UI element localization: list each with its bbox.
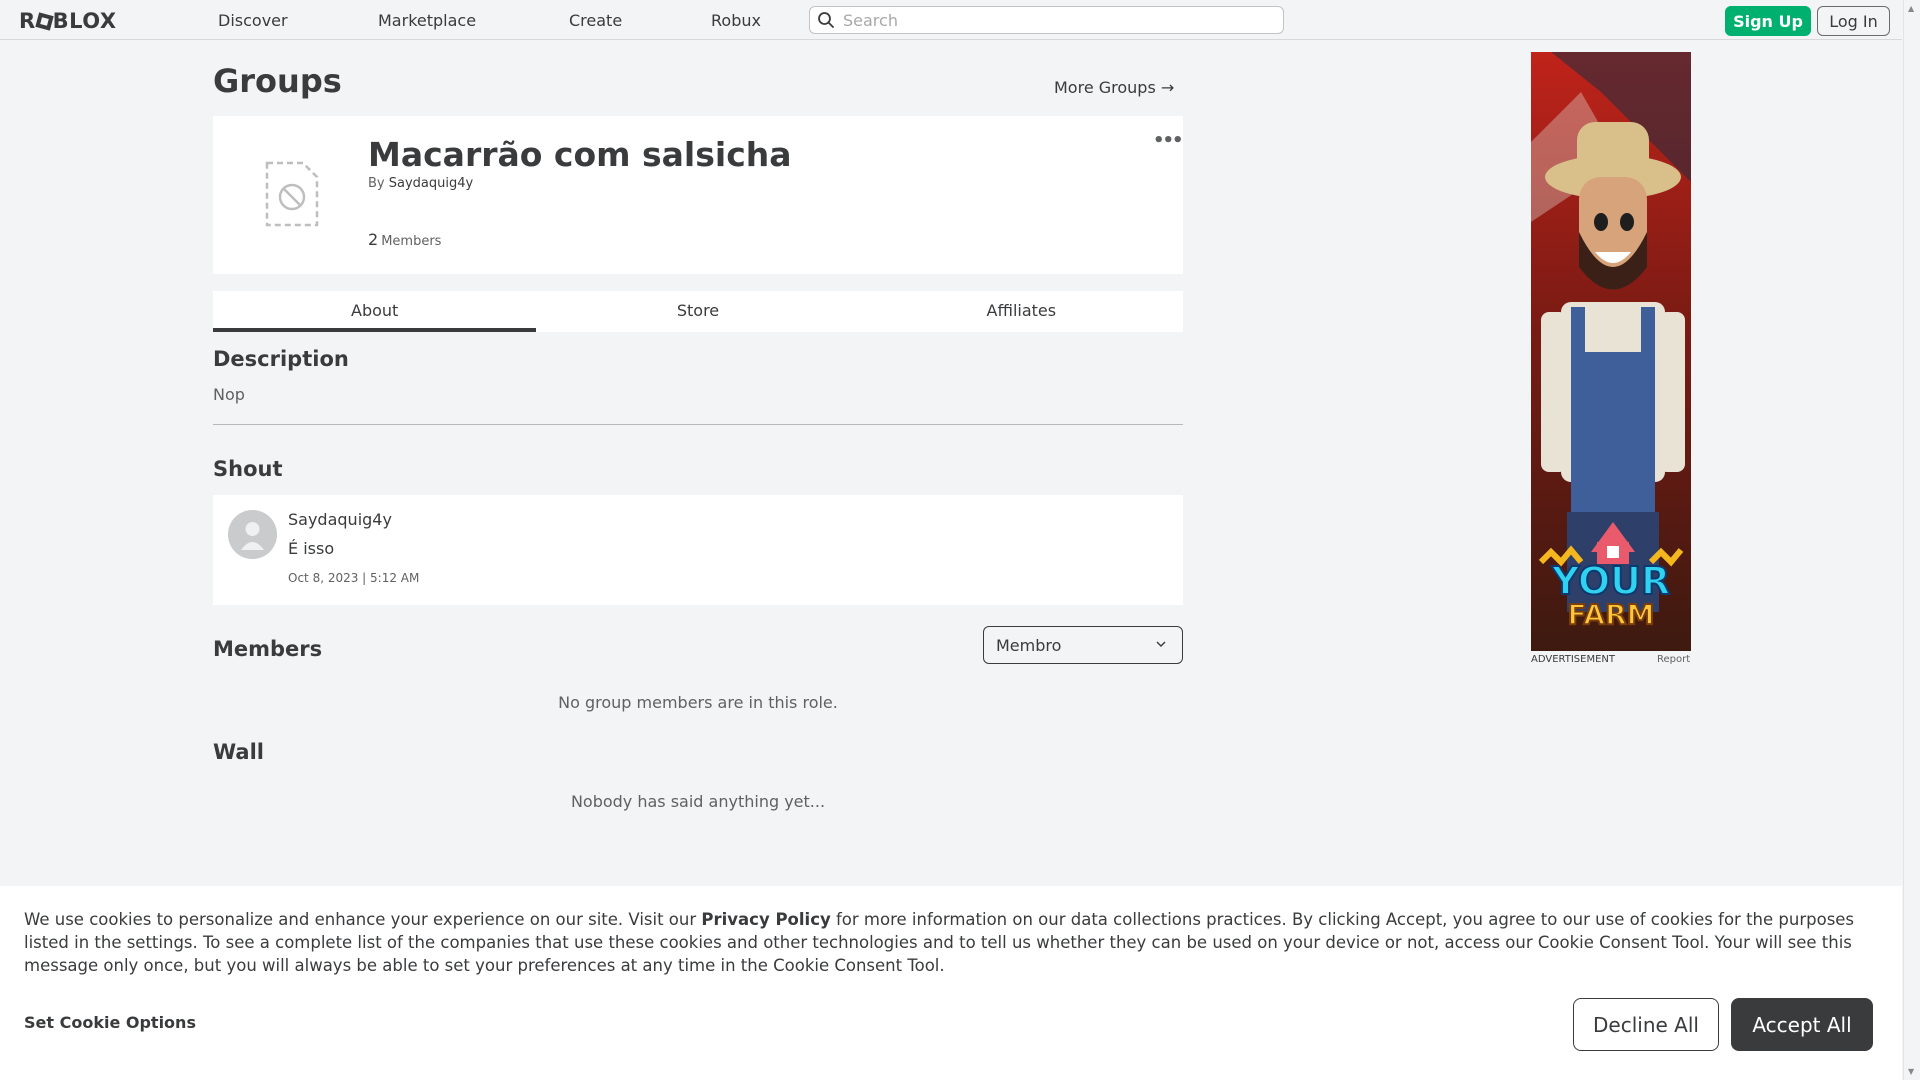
scroll-down-arrow-icon[interactable]: ▼ [1908,1067,1914,1076]
decline-all-button[interactable]: Decline All [1573,998,1719,1051]
group-header-card: Macarrão com salsicha By Saydaquig4y 2 Me… [213,116,1183,274]
description-text: Nop [213,385,245,404]
nav-discover[interactable]: Discover [218,11,288,30]
scroll-up-arrow-icon[interactable]: ▲ [1908,4,1914,13]
group-owner-link[interactable]: Saydaquig4y [389,176,473,191]
sign-up-button[interactable]: Sign Up [1725,6,1811,36]
member-count: 2 Members [368,230,441,249]
role-dropdown[interactable]: Membro [983,626,1183,664]
privacy-policy-link[interactable]: Privacy Policy [701,910,830,929]
group-name: Macarrão com salsicha [368,135,792,174]
page-title: Groups [213,62,342,100]
wall-heading: Wall [213,740,264,764]
description-heading: Description [213,347,349,371]
cookie-text-start: We use cookies to personalize and enhanc… [24,910,702,929]
member-count-value: 2 [368,230,379,249]
roblox-logo[interactable]: R BLOX [19,9,117,33]
group-owner-line: By Saydaquig4y [368,176,473,191]
more-options-icon[interactable]: ••• [1153,130,1183,151]
advertisement-label: ADVERTISEMENT [1531,654,1616,665]
members-empty-message: No group members are in this role. [558,693,838,712]
chevron-down-icon [1156,641,1166,647]
more-groups-link[interactable]: More Groups → [1054,78,1174,97]
group-tabs: About Store Affiliates [213,291,1183,332]
advertisement-banner[interactable]: YOUR FARM [1531,52,1691,651]
by-label: By [368,176,385,191]
search-box[interactable] [809,6,1284,34]
member-count-label: Members [381,234,442,249]
members-heading: Members [213,637,323,661]
tab-affiliates[interactable]: Affiliates [860,291,1183,332]
wall-empty-message: Nobody has said anything yet... [570,792,826,811]
section-divider [213,424,1183,425]
tab-store[interactable]: Store [536,291,859,332]
log-in-button[interactable]: Log In [1817,6,1890,36]
nav-create[interactable]: Create [569,11,622,30]
ad-headline-line1: YOUR [1551,559,1672,603]
set-cookie-options-link[interactable]: Set Cookie Options [24,1013,196,1032]
tab-about[interactable]: About [213,291,537,332]
top-navigation-bar: R BLOX Discover Marketplace Create Robux … [0,0,1902,40]
shout-date: Oct 8, 2023 | 5:12 AM [288,571,420,585]
accept-all-button[interactable]: Accept All [1731,998,1873,1051]
page-scrollbar[interactable]: ▲ ▼ [1903,0,1920,1080]
search-icon [818,12,834,28]
nav-marketplace[interactable]: Marketplace [378,11,476,30]
nav-robux[interactable]: Robux [711,11,761,30]
user-avatar-icon [228,510,277,559]
search-input[interactable] [843,10,1273,30]
role-dropdown-value: Membro [996,636,1062,655]
ad-headline-line2: FARM [1566,598,1655,631]
shout-text: É isso [288,539,335,558]
avatar[interactable] [228,510,277,559]
shout-author-link[interactable]: Saydaquig4y [288,510,392,529]
shout-card: Saydaquig4y É isso Oct 8, 2023 | 5:12 AM [213,495,1183,605]
report-ad-link[interactable]: Report [1657,654,1690,665]
group-emblem-placeholder-icon [265,161,319,227]
cookie-consent-banner: We use cookies to personalize and enhanc… [0,886,1902,1080]
shout-heading: Shout [213,457,283,481]
cookie-message: We use cookies to personalize and enhanc… [24,908,1886,977]
